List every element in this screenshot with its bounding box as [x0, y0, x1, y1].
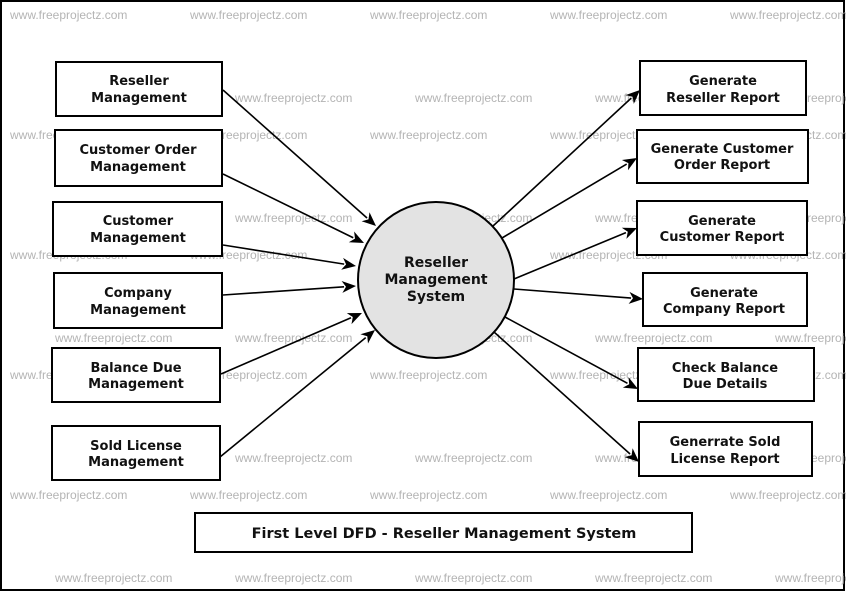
flow-sold-license-management-to-process	[219, 330, 375, 458]
process-label-line-1: Reseller	[404, 255, 468, 271]
input-entity-company-management[interactable]: Company Management	[53, 272, 223, 329]
entity-label-line-1: Generate Customer	[651, 142, 794, 157]
watermark-text: www.freeprojectz.com	[774, 331, 846, 345]
entity-label-line-2: Management	[88, 455, 184, 470]
input-entity-reseller-management[interactable]: Reseller Management	[55, 61, 223, 117]
flow-customer-order-management-to-process	[222, 173, 364, 243]
entity-label-line-1: Customer	[103, 214, 174, 229]
arrow-head-icon	[621, 158, 637, 171]
watermark-text: www.freeprojectz.com	[369, 488, 487, 502]
input-entity-customer-management[interactable]: Customer Management	[52, 201, 223, 257]
input-entity-customer-order-management[interactable]: Customer Order Management	[54, 129, 223, 187]
watermark-text: www.freeprojectz.com	[414, 571, 532, 585]
watermark-text: www.freeprojectz.com	[54, 571, 172, 585]
flow-line	[219, 336, 367, 458]
watermark-text: www.freeprojectz.com	[234, 91, 352, 105]
output-entity-generate-reseller-report[interactable]: Generate Reseller Report	[639, 60, 807, 116]
entity-label-line-1: Customer Order	[80, 143, 198, 158]
entity-label-line-1: Sold License	[90, 439, 182, 454]
watermark-text: www.freeprojectz.com	[549, 8, 667, 22]
entity-label-line-1: Reseller	[109, 74, 169, 89]
watermark-text: www.freeprojectz.com	[189, 8, 307, 22]
output-entity-generrate-sold-license-report[interactable]: Generrate Sold License Report	[638, 421, 813, 477]
flow-line	[222, 173, 354, 239]
entity-label-line-2: Reseller Report	[666, 91, 780, 106]
entity-label-line-1: Generate	[689, 74, 757, 89]
watermark-text: www.freeprojectz.com	[729, 8, 846, 22]
output-entity-generate-customer-order-report[interactable]: Generate Customer Order Report	[636, 129, 809, 184]
watermark-text: www.freeprojectz.com	[369, 368, 487, 382]
output-entity-generate-company-report[interactable]: Generate Company Report	[642, 272, 808, 327]
watermark-text: www.freeprojectz.com	[369, 128, 487, 142]
watermark-text: www.freeprojectz.com	[9, 488, 127, 502]
watermark-text: www.freeprojectz.com	[774, 571, 846, 585]
output-entity-generate-customer-report[interactable]: Generate Customer Report	[636, 200, 808, 256]
entity-label-line-2: Management	[91, 91, 187, 106]
diagram-title: First Level DFD - Reseller Management Sy…	[252, 526, 637, 542]
flow-company-management-to-process	[222, 281, 356, 296]
watermark-text: www.freeprojectz.com	[369, 8, 487, 22]
watermark-text: www.freeprojectz.com	[594, 331, 712, 345]
watermark-text: www.freeprojectz.com	[549, 488, 667, 502]
entity-label-line-2: Management	[88, 377, 184, 392]
arrow-head-icon	[360, 330, 375, 344]
watermark-text: www.freeprojectz.com	[189, 488, 307, 502]
watermark-text: www.freeprojectz.com	[234, 571, 352, 585]
flow-line	[222, 89, 368, 219]
watermark-text: www.freeprojectz.com	[729, 488, 846, 502]
entity-label-line-1: Generrate Sold	[670, 435, 781, 450]
entity-label-line-2: Customer Report	[660, 230, 785, 245]
entity-label-line-1: Balance Due	[90, 361, 181, 376]
entity-label-line-2: Management	[90, 160, 186, 175]
output-entity-check-balance-due-details[interactable]: Check Balance Due Details	[637, 347, 815, 402]
flow-line	[492, 97, 632, 227]
central-process[interactable]: Reseller Management System	[357, 201, 515, 359]
entity-label-line-2: Company Report	[663, 302, 785, 317]
entity-label-line-2: Management	[90, 231, 186, 246]
flow-reseller-management-to-process	[222, 89, 376, 226]
flow-process-to-generate-reseller-report	[492, 90, 640, 227]
diagram-title-box: First Level DFD - Reseller Management Sy…	[194, 512, 693, 553]
entity-label-line-1: Generate	[688, 214, 756, 229]
entity-label-line-2: Management	[90, 303, 186, 318]
entity-label-line-1: Generate	[690, 286, 758, 301]
process-label-line-2: Management	[384, 272, 487, 288]
watermark-text: www.freeprojectz.com	[54, 331, 172, 345]
input-entity-sold-license-management[interactable]: Sold License Management	[51, 425, 221, 481]
watermark-text: www.freeprojectz.com	[234, 211, 352, 225]
entity-label-line-2: Order Report	[674, 158, 770, 173]
watermark-text: www.freeprojectz.com	[9, 8, 127, 22]
watermark-text: www.freeprojectz.com	[414, 451, 532, 465]
flow-process-to-generrate-sold-license-report	[493, 331, 639, 462]
watermark-text: www.freeprojectz.com	[594, 571, 712, 585]
flow-line	[222, 286, 345, 296]
entity-label-line-1: Company	[104, 286, 172, 301]
entity-label-line-2: License Report	[670, 452, 779, 467]
flow-line	[513, 288, 632, 299]
process-label-line-3: System	[407, 289, 465, 305]
input-entity-balance-due-management[interactable]: Balance Due Management	[51, 347, 221, 403]
watermark-text: www.freeprojectz.com	[234, 451, 352, 465]
dfd-diagram: www.freeprojectz.com www.freeprojectz.com…	[9, 8, 846, 585]
entity-label-line-1: Check Balance	[672, 361, 778, 376]
flow-process-to-generate-company-report	[513, 288, 643, 304]
entity-label-line-2: Due Details	[683, 377, 768, 392]
watermark-text: www.freeprojectz.com	[414, 91, 532, 105]
flow-line	[493, 331, 631, 455]
